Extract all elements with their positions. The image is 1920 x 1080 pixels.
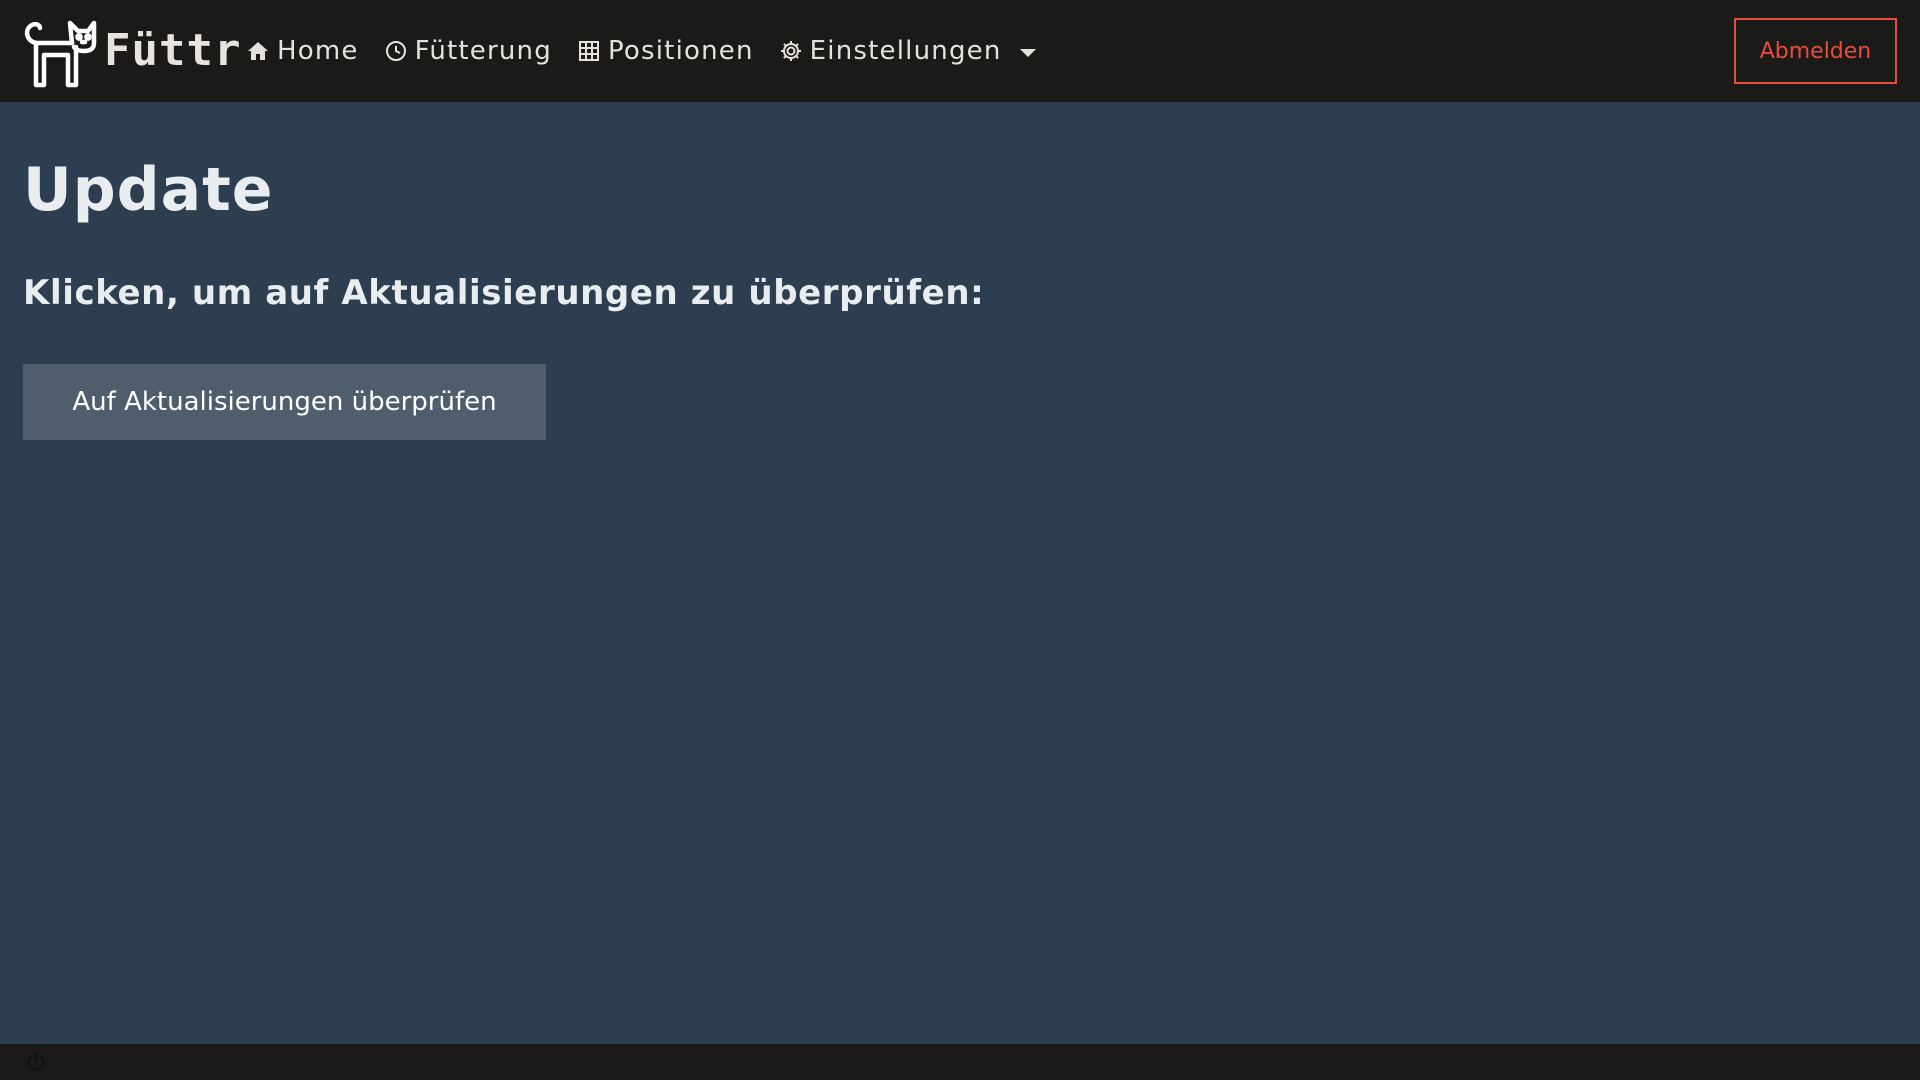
chevron-down-icon xyxy=(1019,49,1036,57)
top-navbar: Füttr Home Fütterung Positionen Einstell… xyxy=(0,0,1920,102)
power-icon[interactable] xyxy=(24,1050,48,1074)
check-updates-button[interactable]: Auf Aktualisierungen überprüfen xyxy=(23,364,546,440)
clock-icon xyxy=(383,38,409,64)
nav-item-fuetterung[interactable]: Fütterung xyxy=(383,36,552,66)
footer-bar xyxy=(0,1044,1920,1080)
nav-item-label: Einstellungen xyxy=(809,36,1002,66)
logout-button[interactable]: Abmelden xyxy=(1734,18,1897,84)
gear-icon xyxy=(778,38,804,64)
nav-item-label: Fütterung xyxy=(414,36,552,66)
nav-item-einstellungen[interactable]: Einstellungen xyxy=(778,36,1036,66)
page-title: Update xyxy=(23,155,274,225)
nav-item-home[interactable]: Home xyxy=(245,36,359,66)
cat-icon xyxy=(22,13,98,89)
home-icon xyxy=(245,38,271,64)
nav-item-label: Home xyxy=(277,36,359,66)
main-nav: Home Fütterung Positionen Einstellungen xyxy=(245,0,1060,102)
nav-item-label: Positionen xyxy=(607,36,754,66)
brand-name: Füttr xyxy=(104,25,242,76)
nav-item-positionen[interactable]: Positionen xyxy=(576,36,754,66)
brand-link[interactable]: Füttr xyxy=(22,12,241,90)
grid-icon xyxy=(576,38,602,64)
page-subtitle: Klicken, um auf Aktualisierungen zu über… xyxy=(23,273,985,313)
